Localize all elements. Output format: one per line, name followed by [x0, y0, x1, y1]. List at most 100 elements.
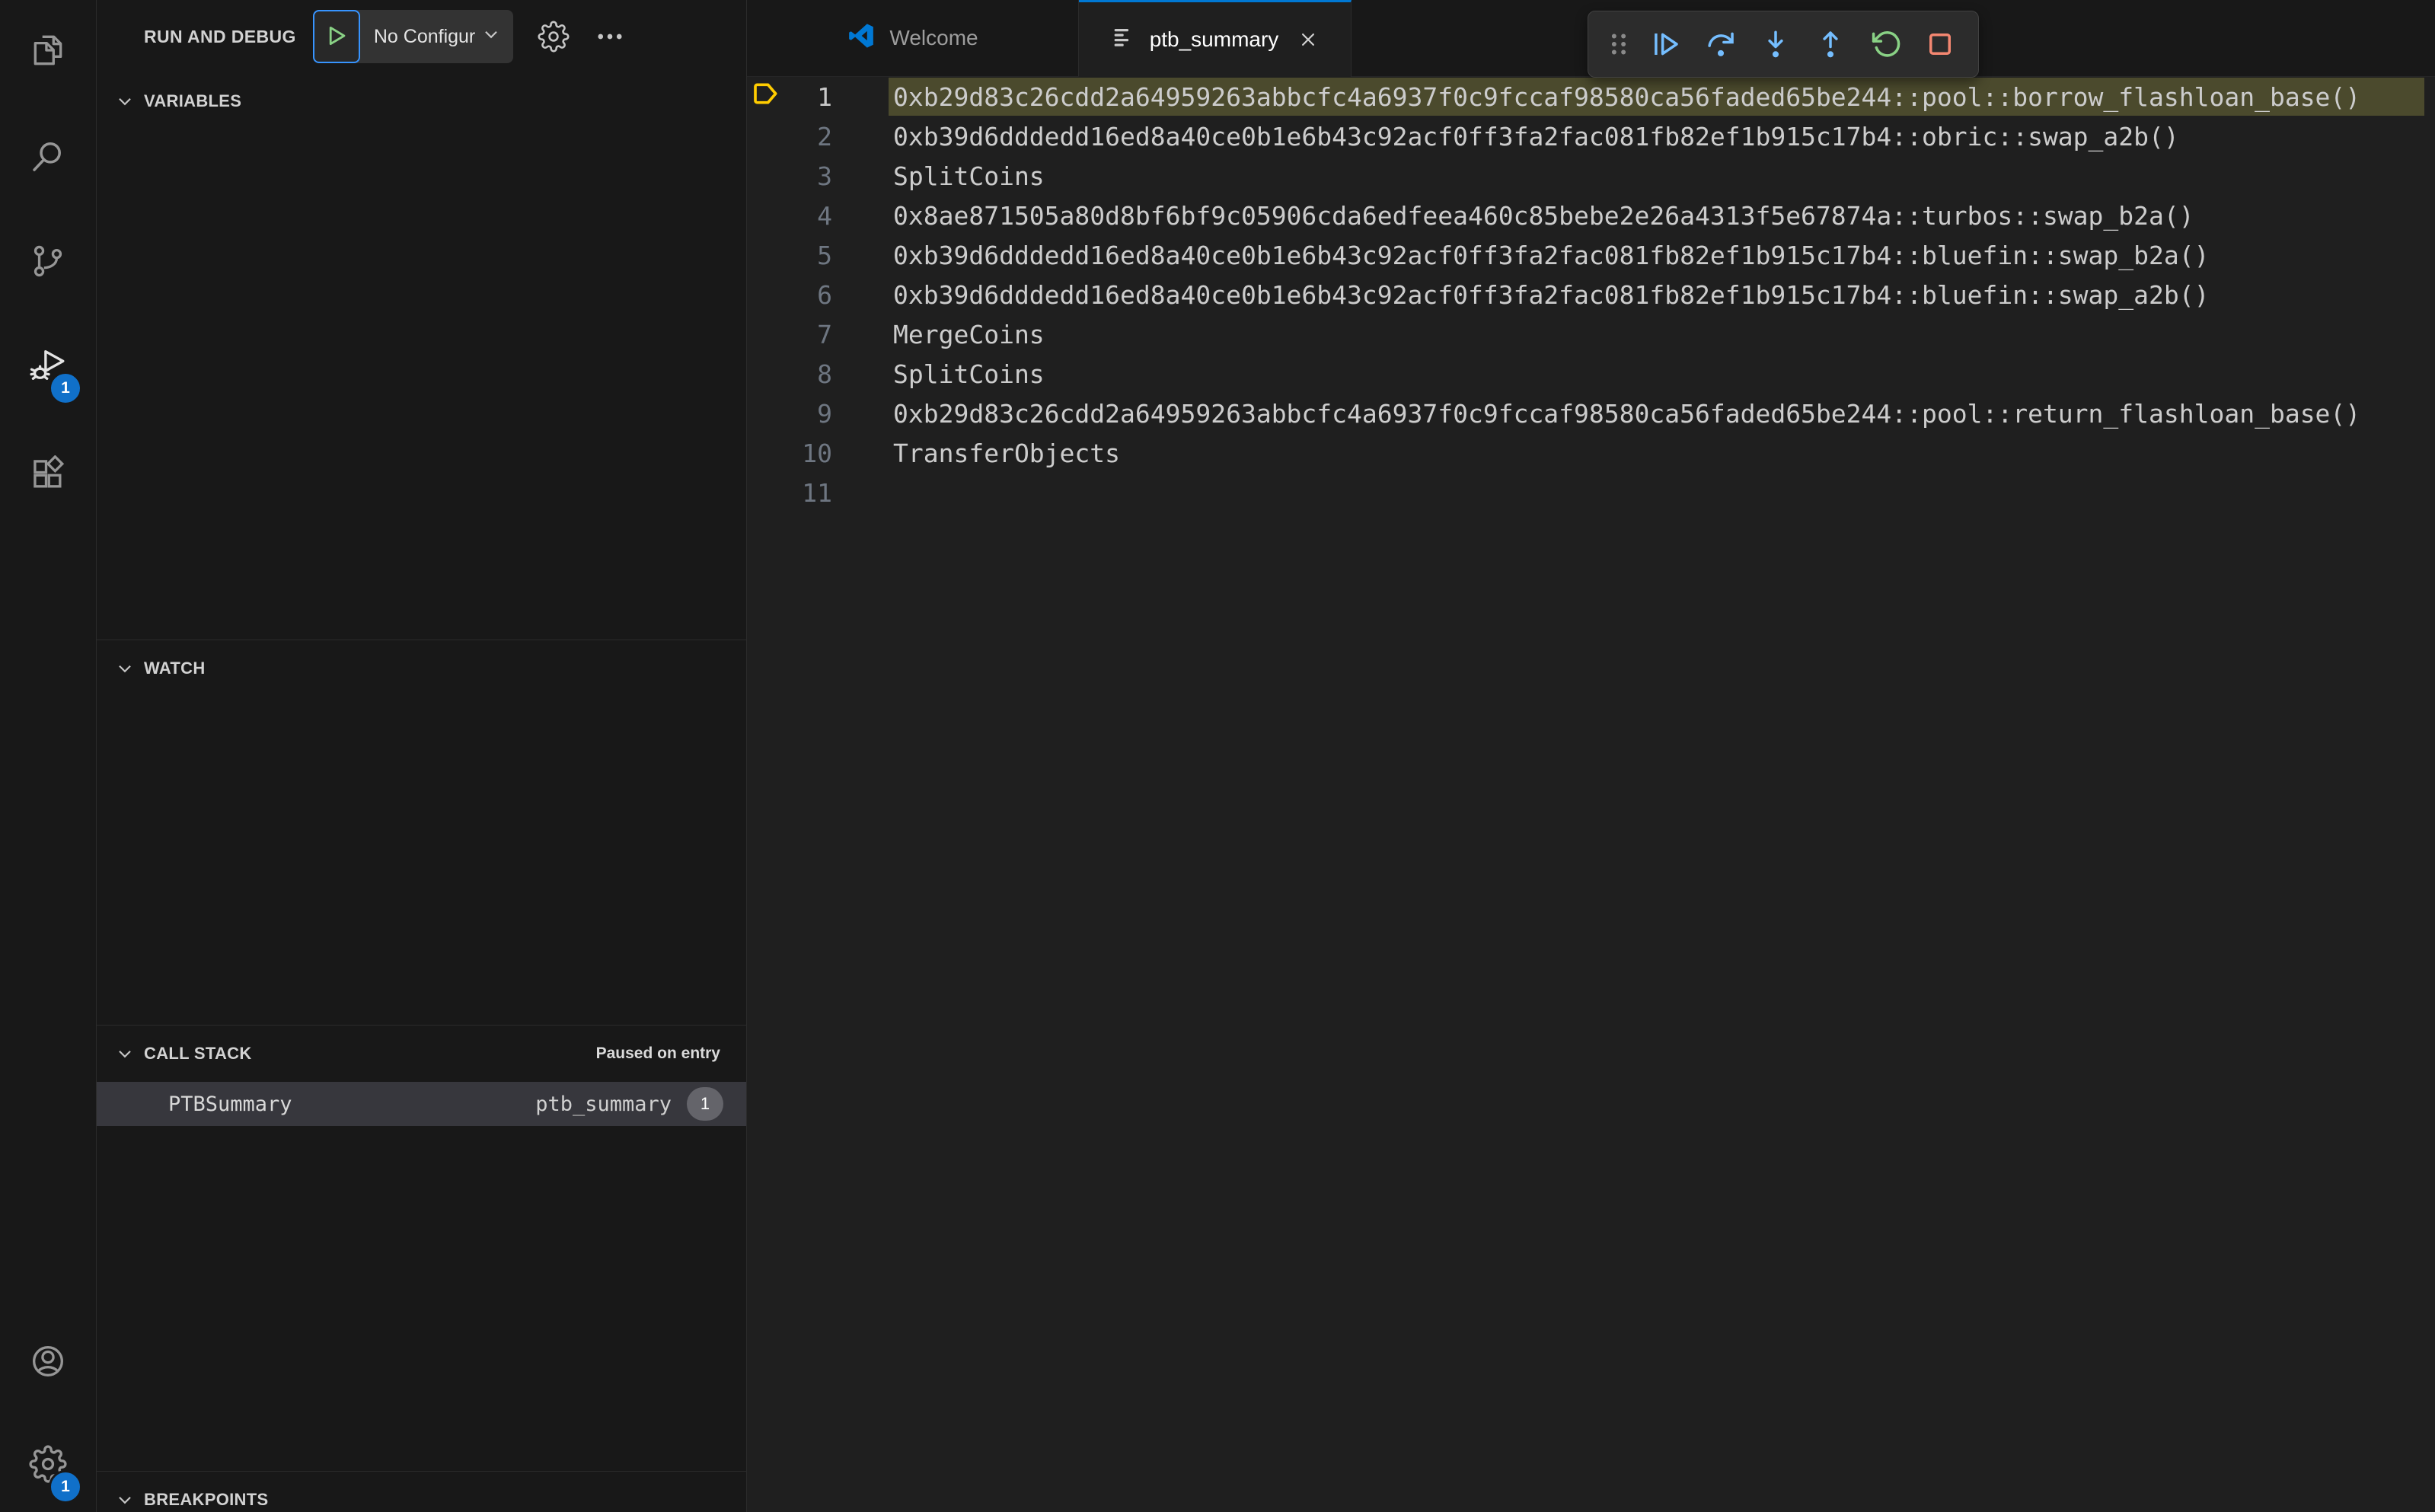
breakpoint-gutter[interactable] [747, 156, 785, 196]
call-stack-section: CALL STACK Paused on entry PTBSummary pt… [97, 1025, 746, 1471]
debug-settings-gear-icon[interactable] [538, 21, 570, 53]
line-number: 3 [817, 161, 832, 191]
code-text: 0xb29d83c26cdd2a64959263abbcfc4a6937f0c9… [893, 398, 2361, 429]
line-number: 6 [817, 279, 832, 310]
code-text: 0xb39d6dddedd16ed8a40ce0b1e6b43c92acf0ff… [893, 240, 2210, 270]
activity-bar: 1 1 [0, 0, 97, 1512]
settings-badge: 1 [49, 1470, 82, 1504]
step-out-button[interactable] [1806, 19, 1855, 69]
tab-label: Welcome [889, 26, 978, 49]
code-line[interactable]: 11 [747, 473, 2435, 512]
activity-item-run-and-debug[interactable]: 1 [0, 330, 96, 405]
line-number: 11 [802, 477, 832, 508]
file-list-icon [1110, 24, 1136, 56]
code-line[interactable]: 7 MergeCoins [747, 314, 2435, 354]
line-number: 10 [802, 438, 832, 468]
debug-config-dropdown[interactable]: No Configur [360, 10, 513, 63]
continue-button[interactable] [1642, 19, 1690, 69]
watch-section-header[interactable]: WATCH [97, 640, 746, 691]
files-icon [29, 31, 67, 73]
activity-item-settings[interactable]: 1 [0, 1429, 96, 1504]
frame-badge: 1 [687, 1087, 723, 1121]
watch-section: WATCH [97, 640, 746, 1025]
account-icon [29, 1342, 67, 1384]
line-number: 5 [817, 240, 832, 270]
code-text: SplitCoins [893, 161, 1045, 191]
breakpoint-gutter[interactable] [747, 196, 785, 235]
line-number: 9 [817, 398, 832, 429]
code-text: MergeCoins [893, 319, 1045, 349]
source-control-icon [29, 242, 67, 284]
frame-source: ptb_summary [535, 1092, 672, 1116]
extensions-icon [29, 454, 67, 497]
tab-label: ptb_summary [1149, 27, 1279, 51]
line-number: 2 [817, 121, 832, 152]
editor-group: Welcome ptb_summary 1 0xb29d83c26cdd2a64… [747, 0, 2435, 1512]
chevron-down-icon [481, 24, 501, 49]
line-number: 4 [817, 200, 832, 231]
search-icon [29, 138, 67, 180]
activity-item-source-control[interactable] [0, 226, 96, 299]
debug-config-label: No Configur [373, 25, 476, 47]
breakpoint-gutter[interactable] [747, 394, 785, 433]
code-line[interactable]: 1 0xb29d83c26cdd2a64959263abbcfc4a6937f0… [747, 77, 2435, 116]
debug-badge: 1 [49, 372, 82, 405]
breakpoint-gutter[interactable] [747, 473, 785, 512]
tab-ptb-summary[interactable]: ptb_summary [1079, 0, 1352, 77]
code-line[interactable]: 6 0xb39d6dddedd16ed8a40ce0b1e6b43c92acf0… [747, 275, 2435, 314]
breakpoints-section-header[interactable]: BREAKPOINTS [97, 1472, 746, 1512]
sidebar-title: RUN AND DEBUG [144, 26, 296, 46]
code-text: TransferObjects [893, 438, 1121, 468]
code-line[interactable]: 9 0xb29d83c26cdd2a64959263abbcfc4a6937f0… [747, 394, 2435, 433]
code-line[interactable]: 2 0xb39d6dddedd16ed8a40ce0b1e6b43c92acf0… [747, 116, 2435, 156]
code-text: 0xb39d6dddedd16ed8a40ce0b1e6b43c92acf0ff… [893, 121, 2179, 152]
vscode-window: 1 1 RUN AND DEBUG No Configur VARIABLES … [0, 0, 2435, 1512]
debug-start-button[interactable] [312, 10, 360, 63]
code-text: 0xb39d6dddedd16ed8a40ce0b1e6b43c92acf0ff… [893, 279, 2210, 310]
code-text: SplitCoins [893, 359, 1045, 389]
play-icon [324, 23, 349, 51]
close-icon[interactable] [1297, 28, 1320, 51]
frame-name: PTBSummary [168, 1092, 292, 1116]
chevron-down-icon [115, 1490, 135, 1510]
breakpoint-gutter[interactable] [747, 433, 785, 473]
code-line[interactable]: 8 SplitCoins [747, 354, 2435, 394]
code-editor[interactable]: 1 0xb29d83c26cdd2a64959263abbcfc4a6937f0… [747, 77, 2435, 1512]
restart-button[interactable] [1861, 19, 1910, 69]
step-over-button[interactable] [1696, 19, 1745, 69]
breakpoint-gutter[interactable] [747, 314, 785, 354]
step-into-button[interactable] [1751, 19, 1800, 69]
breakpoint-gutter[interactable] [747, 77, 785, 116]
toolbar-drag-handle[interactable] [1602, 19, 1636, 69]
call-stack-frame-row[interactable]: PTBSummary ptb_summary 1 [97, 1082, 746, 1126]
breakpoint-gutter[interactable] [747, 354, 785, 394]
chevron-down-icon [115, 659, 135, 678]
variables-section-label: VARIABLES [144, 91, 242, 110]
variables-section-header[interactable]: VARIABLES [97, 73, 746, 123]
stop-button[interactable] [1916, 19, 1964, 69]
call-stack-section-label: CALL STACK [144, 1044, 252, 1063]
code-line[interactable]: 3 SplitCoins [747, 156, 2435, 196]
breakpoints-section: BREAKPOINTS [97, 1471, 746, 1512]
watch-section-label: WATCH [144, 659, 206, 678]
breakpoint-gutter[interactable] [747, 275, 785, 314]
breakpoint-gutter[interactable] [747, 116, 785, 156]
code-line[interactable]: 4 0x8ae871505a80d8bf6bf9c05906cda6edfeea… [747, 196, 2435, 235]
vscode-logo-icon [847, 21, 876, 56]
activity-item-explorer[interactable] [0, 15, 96, 88]
debug-toolbar [1588, 11, 1979, 78]
breakpoint-gutter[interactable] [747, 235, 785, 275]
activity-item-search[interactable] [0, 122, 96, 195]
code-text: 0xb29d83c26cdd2a64959263abbcfc4a6937f0c9… [893, 81, 2361, 112]
code-line[interactable]: 5 0xb39d6dddedd16ed8a40ce0b1e6b43c92acf0… [747, 235, 2435, 275]
breakpoints-section-label: BREAKPOINTS [144, 1490, 269, 1509]
activity-item-extensions[interactable] [0, 439, 96, 512]
line-number: 8 [817, 359, 832, 389]
more-actions-icon[interactable] [594, 21, 626, 53]
code-line[interactable]: 10 TransferObjects [747, 433, 2435, 473]
activity-item-accounts[interactable] [0, 1326, 96, 1399]
run-and-debug-sidebar: RUN AND DEBUG No Configur VARIABLES WATC… [97, 0, 747, 1512]
call-stack-section-header[interactable]: CALL STACK Paused on entry [97, 1026, 746, 1076]
tab-welcome[interactable]: Welcome [747, 0, 1079, 76]
line-number: 7 [817, 319, 832, 349]
